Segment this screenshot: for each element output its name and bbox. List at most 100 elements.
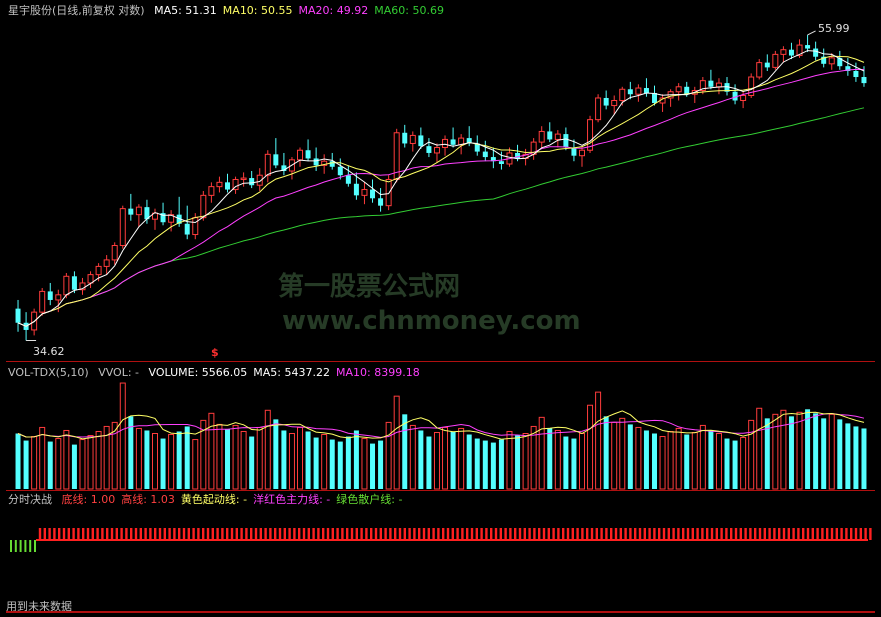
volume-bar: [474, 438, 480, 489]
indicator-red-bar: [619, 528, 622, 540]
volume-bar: [740, 437, 747, 490]
indicator-red-bar: [605, 528, 608, 540]
candle-body: [297, 149, 304, 161]
indicator-red-bar: [403, 528, 406, 540]
volume-bar: [23, 440, 29, 489]
volume-bar: [756, 407, 763, 490]
indicator-red-bar: [384, 528, 387, 540]
volume-bar: [821, 418, 827, 489]
volume-bar: [281, 430, 287, 489]
indicator-red-bar: [586, 528, 589, 540]
indicator-red-bar: [442, 528, 445, 540]
indicator-red-bar: [864, 528, 867, 540]
candle-body: [554, 133, 561, 140]
indicator-red-bar: [67, 528, 70, 540]
stock-title[interactable]: 星宇股份(日线,前复权 对数): [8, 4, 145, 17]
candle-body: [103, 259, 110, 267]
indicator-red-bar: [346, 528, 349, 540]
indicator-red-bar: [754, 528, 757, 540]
indicator-red-bar: [192, 528, 195, 540]
volume-bar: [345, 436, 351, 489]
volume-bar: [571, 438, 577, 489]
candle-body: [47, 291, 53, 300]
indicator-red-bar: [235, 528, 238, 540]
candle-body: [15, 308, 21, 323]
candle-body: [128, 208, 134, 215]
ma-label-2: MA20: 49.92: [298, 4, 369, 17]
volume-bar: [652, 433, 657, 489]
indicator-red-bar: [691, 528, 694, 540]
indicator-red-bar: [701, 528, 704, 540]
indicator-red-bar: [58, 528, 61, 540]
indicator-red-bar: [624, 528, 627, 540]
volume-title[interactable]: VOL-TDX(5,10): [8, 366, 89, 379]
indicator-red-bar: [576, 528, 579, 540]
indicator-red-bar: [283, 528, 286, 540]
candle-body: [772, 53, 779, 68]
indicator-red-bar: [206, 528, 210, 540]
volume-bar: [450, 431, 456, 489]
indicator-red-bar: [254, 528, 258, 540]
candle-body: [200, 194, 207, 219]
volume-bar: [522, 433, 529, 490]
volume-bar: [249, 436, 255, 489]
indicator-red-bar: [706, 528, 709, 540]
volume-bar: [225, 429, 230, 489]
indicator-red-bar: [331, 528, 334, 540]
candle-body: [337, 166, 343, 176]
ma-label-0: MA5: 51.31: [154, 4, 217, 17]
indicator-red-bar: [72, 528, 75, 540]
candle-body: [756, 62, 763, 78]
volume-bar: [418, 430, 424, 489]
indicator-red-bar: [466, 528, 469, 540]
indicator-red-bar: [326, 528, 330, 540]
volume-bar: [796, 411, 803, 490]
panel-separator-3: [6, 611, 875, 613]
indicator-red-bar: [168, 528, 171, 540]
indicator-red-bar: [730, 528, 733, 540]
indicator-red-bar: [509, 528, 512, 540]
candle-body: [611, 99, 618, 107]
ma-label-3: MA60: 50.69: [374, 4, 444, 17]
volume-bar: [232, 424, 239, 490]
indicator-red-bar: [230, 528, 234, 540]
volume-bar: [321, 434, 328, 490]
indicator-red-bar: [398, 528, 402, 540]
volume-bar: [635, 426, 642, 490]
volume-bar: [772, 413, 779, 490]
indicator-red-bar: [77, 528, 80, 540]
indicator-red-bar: [850, 528, 853, 540]
indicator-red-bar: [821, 528, 824, 540]
indicator-red-bar: [672, 528, 675, 540]
ma-legend: MA5: 51.31 MA10: 50.55 MA20: 49.92 MA60: 50…: [154, 4, 450, 17]
volume-bar: [699, 424, 706, 490]
candle-body: [240, 177, 247, 180]
indicator-red-bar: [91, 528, 94, 540]
volume-bar: [708, 430, 714, 489]
indicator-red-bar: [528, 528, 531, 540]
indicator-red-bar: [461, 528, 464, 540]
indicator-red-bar: [744, 528, 747, 540]
candle-body: [55, 294, 62, 301]
indicator-red-bar: [288, 528, 291, 540]
indicator-red-bar: [269, 528, 272, 540]
indicator-red-bar: [677, 528, 680, 540]
indicator-red-bar: [418, 528, 421, 540]
candle-body: [635, 87, 642, 95]
volume-bar: [256, 426, 263, 490]
candle-body: [216, 181, 223, 188]
indicator-label-0: 底线: 1.00: [61, 493, 116, 506]
indicator-red-bar: [715, 528, 718, 540]
candle-body: [619, 88, 626, 101]
candle-body: [135, 206, 142, 216]
volume-bar: [684, 434, 690, 489]
indicator-red-bar: [211, 528, 214, 540]
volume-bar: [788, 416, 794, 489]
indicator-red-bar: [773, 528, 776, 540]
volume-bar: [506, 430, 513, 490]
indicator-title[interactable]: 分时决战: [8, 493, 52, 506]
volume-bar: [724, 438, 730, 489]
indicator-red-bar: [859, 528, 862, 540]
candle-body: [361, 189, 368, 196]
volume-bar: [63, 429, 70, 490]
